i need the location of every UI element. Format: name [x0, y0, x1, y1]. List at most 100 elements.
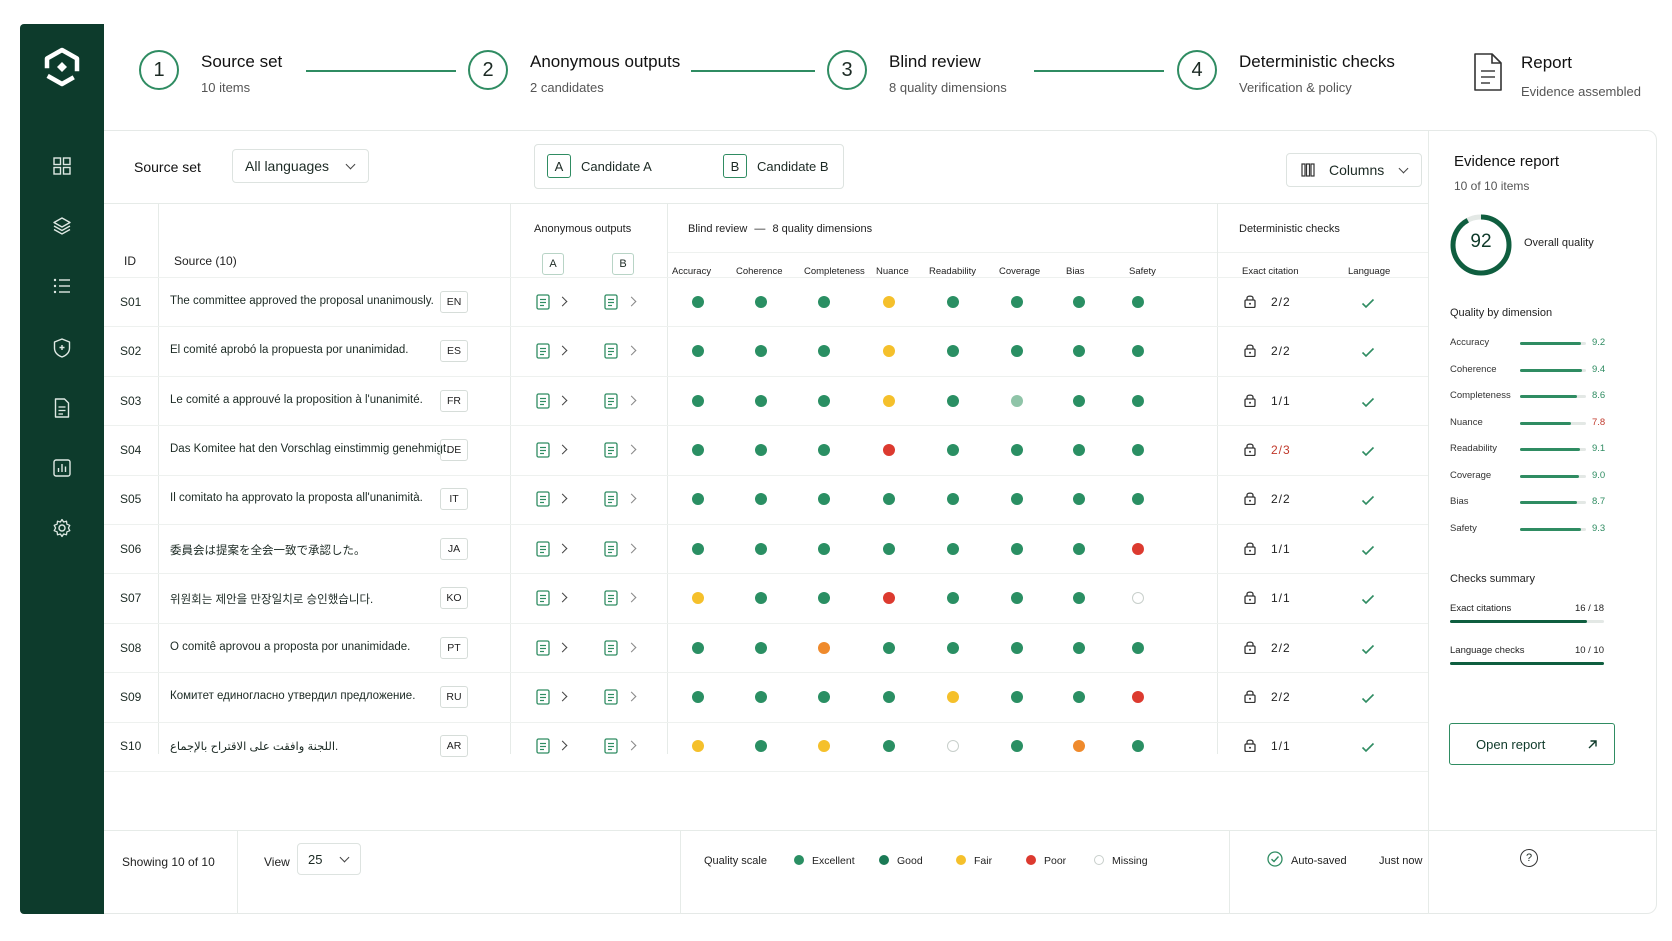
quality-dot-completeness[interactable]: [818, 295, 830, 308]
quality-dot-bias[interactable]: [1073, 493, 1085, 506]
list-icon[interactable]: [48, 272, 76, 300]
candidate-b-output-icon[interactable]: [604, 392, 618, 409]
candidate-a-output-icon[interactable]: [536, 442, 550, 458]
quality-dot-safety[interactable]: [1132, 443, 1144, 456]
quality-dot-safety[interactable]: [1132, 394, 1144, 407]
candidate-b-output-icon[interactable]: [604, 541, 618, 557]
quality-dot-readability[interactable]: [947, 690, 959, 703]
chevron-right-icon[interactable]: [557, 543, 568, 554]
quality-dot-readability[interactable]: [947, 394, 959, 407]
dimension-header[interactable]: Completeness: [804, 266, 865, 277]
chevron-right-icon[interactable]: [557, 345, 568, 356]
quality-dot-bias[interactable]: [1073, 345, 1085, 358]
quality-dot-readability[interactable]: [947, 443, 959, 456]
quality-dot-safety[interactable]: [1132, 295, 1144, 308]
quality-dot-nuance[interactable]: [883, 443, 895, 456]
quality-dot-accuracy[interactable]: [692, 641, 704, 654]
quality-dot-readability[interactable]: [947, 345, 959, 358]
quality-dot-coherence[interactable]: [755, 443, 767, 456]
quality-dot-safety[interactable]: [1132, 740, 1144, 753]
quality-dot-readability[interactable]: [947, 740, 959, 753]
quality-dot-coherence[interactable]: [755, 592, 767, 605]
dimension-header[interactable]: Accuracy: [672, 266, 711, 277]
quality-dot-bias[interactable]: [1073, 592, 1085, 605]
quality-dot-accuracy[interactable]: [692, 443, 704, 456]
candidate-b-output-icon[interactable]: [604, 294, 618, 310]
quality-dot-accuracy[interactable]: [692, 345, 704, 358]
candidate-a-output-icon[interactable]: [536, 294, 550, 310]
quality-dot-bias[interactable]: [1073, 641, 1085, 654]
quality-dot-coverage[interactable]: [1011, 443, 1023, 456]
quality-dot-readability[interactable]: [947, 641, 959, 654]
exact-citation-header[interactable]: Exact citation: [1242, 266, 1299, 277]
quality-dot-completeness[interactable]: [818, 740, 830, 753]
candidate-a-tab[interactable]: A Candidate A: [547, 154, 652, 178]
candidate-a-output-icon[interactable]: [536, 738, 550, 754]
step-1-number[interactable]: 1: [139, 50, 179, 90]
candidate-a-output-icon[interactable]: [536, 590, 550, 606]
quality-dot-nuance[interactable]: [883, 592, 895, 605]
chevron-right-icon[interactable]: [557, 395, 568, 405]
quality-dot-completeness[interactable]: [818, 443, 830, 456]
quality-dot-coverage[interactable]: [1011, 345, 1023, 358]
quality-dot-readability[interactable]: [947, 542, 959, 555]
candidate-b-output-icon[interactable]: [604, 491, 618, 507]
candidate-b-output-icon[interactable]: [604, 590, 618, 606]
step-4-title[interactable]: Deterministic checks: [1239, 52, 1395, 72]
quality-dot-completeness[interactable]: [818, 641, 830, 654]
quality-dot-coherence[interactable]: [755, 493, 767, 506]
candidate-b-output-icon[interactable]: [604, 738, 618, 754]
help-icon[interactable]: ?: [1520, 849, 1538, 867]
quality-dot-coherence[interactable]: [755, 542, 767, 555]
quality-dot-coherence[interactable]: [755, 740, 767, 753]
dimension-header[interactable]: Coherence: [736, 266, 782, 277]
chevron-right-icon[interactable]: [557, 642, 568, 652]
chevron-right-icon[interactable]: [557, 592, 568, 603]
chevron-right-icon[interactable]: [557, 493, 568, 504]
quality-dot-completeness[interactable]: [818, 592, 830, 605]
quality-dot-readability[interactable]: [947, 592, 959, 605]
chevron-right-icon[interactable]: [557, 444, 568, 455]
quality-dot-coverage[interactable]: [1011, 690, 1023, 703]
quality-dot-readability[interactable]: [947, 295, 959, 308]
chevron-right-icon[interactable]: [557, 691, 568, 702]
quality-dot-coverage[interactable]: [1011, 641, 1023, 654]
quality-dot-coverage[interactable]: [1011, 493, 1023, 506]
candidate-b-output-icon[interactable]: [604, 639, 618, 656]
quality-dot-safety[interactable]: [1132, 690, 1144, 703]
quality-dot-safety[interactable]: [1132, 493, 1144, 506]
quality-dot-nuance[interactable]: [883, 690, 895, 703]
chevron-right-icon[interactable]: [626, 296, 637, 307]
chevron-right-icon[interactable]: [626, 345, 637, 356]
step-3-title[interactable]: Blind review: [889, 52, 981, 72]
report-document-icon[interactable]: [1473, 52, 1503, 92]
step-3-number[interactable]: 3: [827, 50, 867, 90]
dashboard-grid-icon[interactable]: [48, 152, 76, 180]
candidate-a-output-icon[interactable]: [536, 689, 550, 705]
quality-dot-accuracy[interactable]: [692, 740, 704, 753]
quality-dot-safety[interactable]: [1132, 542, 1144, 555]
quality-dot-accuracy[interactable]: [692, 542, 704, 555]
quality-dot-coverage[interactable]: [1011, 295, 1023, 308]
quality-dot-safety[interactable]: [1132, 592, 1144, 605]
chevron-right-icon[interactable]: [626, 642, 637, 652]
candidate-a-output-icon[interactable]: [536, 639, 550, 656]
quality-dot-readability[interactable]: [947, 493, 959, 506]
candidate-a-output-icon[interactable]: [536, 491, 550, 507]
quality-dot-coherence[interactable]: [755, 345, 767, 358]
candidate-b-output-icon[interactable]: [604, 442, 618, 458]
page-size-dropdown[interactable]: 25: [297, 843, 361, 875]
step-2-number[interactable]: 2: [468, 50, 508, 90]
quality-dot-bias[interactable]: [1073, 690, 1085, 703]
chevron-right-icon[interactable]: [626, 493, 637, 504]
dimension-header[interactable]: Coverage: [999, 266, 1040, 277]
bar-chart-icon[interactable]: [48, 454, 76, 482]
chevron-right-icon[interactable]: [626, 740, 637, 751]
step-2-title[interactable]: Anonymous outputs: [530, 52, 680, 72]
language-filter-dropdown[interactable]: All languages: [232, 149, 369, 183]
chevron-right-icon[interactable]: [557, 296, 568, 307]
step-4-number[interactable]: 4: [1177, 50, 1217, 90]
document-icon[interactable]: [48, 394, 76, 422]
open-report-button[interactable]: Open report: [1449, 723, 1615, 765]
quality-dot-coherence[interactable]: [755, 641, 767, 654]
